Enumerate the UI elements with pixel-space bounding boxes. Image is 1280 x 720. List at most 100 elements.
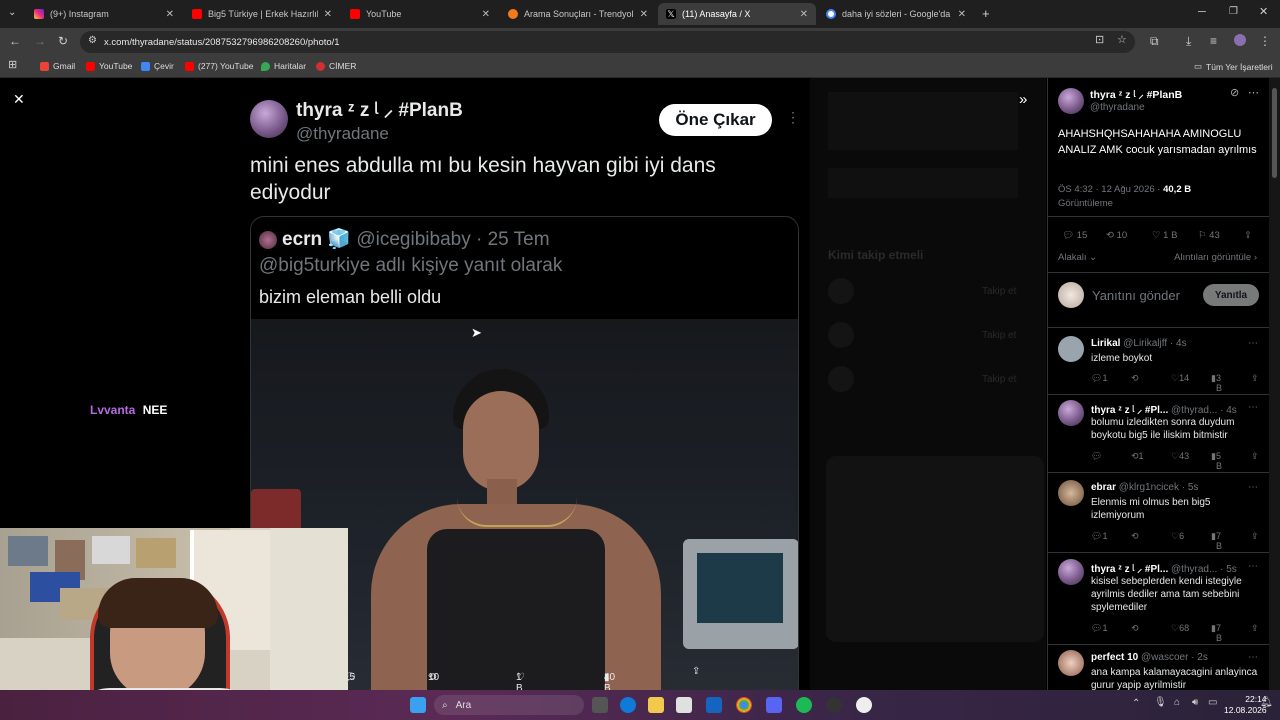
store-icon[interactable] <box>676 697 692 713</box>
back-icon[interactable]: ← <box>9 35 21 47</box>
reply-input[interactable]: Yanıtını gönder <box>1092 288 1180 303</box>
obs-icon[interactable] <box>856 697 872 713</box>
close-icon[interactable]: ✕ <box>800 9 808 20</box>
more-options-icon[interactable]: ⋯ <box>1248 482 1258 493</box>
taskbar-search[interactable]: ⌕ Ara <box>434 695 584 715</box>
outlook-icon[interactable] <box>706 697 722 713</box>
tab-trendyol[interactable]: Arama Sonuçları - Trendyol ✕ <box>500 3 656 25</box>
side-author-handle[interactable]: @thyradane <box>1090 102 1145 113</box>
share-icon[interactable]: ⇪ <box>1251 451 1259 462</box>
tab-x-home[interactable]: 𝕏 (11) Anasayfa / X ✕ <box>658 3 816 25</box>
volume-icon[interactable]: 🔊︎ <box>1192 698 1198 708</box>
reload-icon[interactable]: ↻ <box>58 35 68 47</box>
site-info-icon[interactable]: ⚙ <box>88 36 97 46</box>
bookmark-cimer[interactable]: CİMER <box>316 61 356 71</box>
tab-youtube[interactable]: YouTube ✕ <box>342 3 498 25</box>
retweet-count[interactable]: ⟲ <box>1131 531 1139 542</box>
share-icon[interactable]: ⇪ <box>1251 623 1259 634</box>
collapse-panel-icon[interactable]: » <box>1019 92 1027 107</box>
task-view-icon[interactable] <box>592 697 608 713</box>
install-app-icon[interactable]: ⊡ <box>1095 35 1104 46</box>
file-explorer-icon[interactable] <box>648 697 664 713</box>
view-quotes-link[interactable]: Alıntıları görüntüle › <box>1174 252 1257 263</box>
like-action[interactable]: ♡ 1 B <box>1152 230 1177 241</box>
author-avatar[interactable] <box>250 100 288 138</box>
reply-item[interactable]: Lirikal @Lirikaljff · 4s ⋯ izleme boykot… <box>1058 336 1262 393</box>
grok-icon[interactable]: ⊘ <box>1230 88 1239 99</box>
view-count[interactable]: ▮ 7 B <box>1211 531 1222 551</box>
discord-icon[interactable] <box>766 697 782 713</box>
apps-grid-icon[interactable]: ⊞ <box>8 60 17 71</box>
close-icon[interactable]: ✕ <box>640 9 648 20</box>
side-author-avatar[interactable] <box>1058 88 1084 114</box>
spotify-icon[interactable] <box>796 697 812 713</box>
share-icon[interactable]: ⇪ <box>1244 230 1252 241</box>
view-count[interactable]: ▮ 7 B <box>1211 623 1222 643</box>
reading-list-icon[interactable]: ≡ <box>1210 35 1217 47</box>
tab-big5[interactable]: Big5 Türkiye | Erkek Hazırlık Sez ✕ <box>184 3 340 25</box>
mic-icon[interactable]: 🎙︎ <box>1154 698 1167 708</box>
more-options-icon[interactable]: ⋮ <box>786 110 800 124</box>
close-icon[interactable]: ✕ <box>324 9 332 20</box>
close-icon[interactable]: ✕ <box>958 9 966 20</box>
bookmark-star-icon[interactable]: ☆ <box>1117 35 1127 46</box>
highlight-button[interactable]: Öne Çıkar <box>659 104 772 136</box>
tab-instagram[interactable]: (9+) Instagram ✕ <box>26 3 182 25</box>
close-viewer-icon[interactable]: ✕ <box>13 92 25 106</box>
battery-icon[interactable]: ▭ <box>1208 698 1217 708</box>
author-handle[interactable]: @thyradane <box>296 124 389 144</box>
retweet-count[interactable]: ⟲ 1 <box>1131 451 1144 462</box>
steam-icon[interactable] <box>826 697 842 713</box>
address-bar[interactable]: ⚙ x.com/thyradane/status/208753279698620… <box>80 31 1135 53</box>
sort-dropdown[interactable]: Alakalı ⌄ <box>1058 252 1097 263</box>
profile-avatar[interactable] <box>1234 34 1246 46</box>
restore-icon[interactable]: ❐ <box>1229 7 1238 17</box>
edge-icon[interactable] <box>620 697 636 713</box>
tweet-timestamp[interactable]: ÖS 4:32 · 12 Ağu 2026 · <box>1058 184 1160 195</box>
reply-item[interactable]: thyra ᶻ z ᶩ ⸝ #Pl... @thyrad... · 4s ⋯ b… <box>1058 400 1262 471</box>
more-options-icon[interactable]: ⋯ <box>1248 652 1258 663</box>
more-options-icon[interactable]: ⋯ <box>1248 88 1259 99</box>
more-options-icon[interactable]: ⋯ <box>1248 402 1258 413</box>
notification-icon[interactable]: 🔔︎ <box>1260 698 1273 708</box>
like-count[interactable]: ♡ 6 <box>1171 531 1184 542</box>
more-options-icon[interactable]: ⋯ <box>1248 561 1258 572</box>
new-tab-icon[interactable]: + <box>982 7 990 20</box>
reply-action[interactable]: 💬︎ 15 <box>1062 230 1087 241</box>
scrollbar[interactable] <box>1269 78 1280 690</box>
author-display-name[interactable]: thyra ᶻ z ᶩ ⸝ #PlanB <box>296 96 463 122</box>
reply-count[interactable]: 💬︎ <box>1091 451 1102 462</box>
like-count[interactable]: ♡ 14 <box>1171 373 1189 384</box>
bookmark-youtube[interactable]: YouTube <box>86 61 132 71</box>
all-bookmarks[interactable]: ▭ Tüm Yer İşaretleri <box>1194 61 1273 72</box>
reply-count[interactable]: 💬︎ 1 <box>1091 531 1107 542</box>
share-icon[interactable]: ⇪ <box>1251 373 1259 384</box>
reply-count[interactable]: 💬︎ 1 <box>1091 623 1107 634</box>
more-options-icon[interactable]: ⋯ <box>1248 338 1258 349</box>
bookmark-cevir[interactable]: Çevir <box>141 61 174 71</box>
network-icon[interactable]: ⌂ <box>1174 698 1180 708</box>
close-icon[interactable]: ✕ <box>482 9 490 20</box>
reply-item[interactable]: thyra ᶻ z ᶩ ⸝ #Pl... @thyrad... · 5s ⋯ k… <box>1058 559 1262 643</box>
reply-item[interactable]: perfect 10 @wascoer · 2s ⋯ ana kampa kal… <box>1058 650 1262 690</box>
download-icon[interactable]: ⤓ <box>1186 35 1191 47</box>
bookmark-haritalar[interactable]: Haritalar <box>261 61 306 71</box>
view-count[interactable]: ▮ 5 B <box>1211 451 1222 471</box>
share-icon[interactable]: ⇪ <box>1251 531 1259 542</box>
view-count[interactable]: ▮ 3 B <box>1211 373 1222 393</box>
retweet-count[interactable]: ⟲ <box>1131 623 1139 634</box>
extensions-icon[interactable]: ⧉ <box>1150 35 1159 47</box>
like-count[interactable]: ♡ 43 <box>1171 451 1189 462</box>
scrollbar-thumb[interactable] <box>1272 88 1277 178</box>
tab-google[interactable]: daha iyi sözleri - Google'da Ara ✕ <box>818 3 974 25</box>
chrome-icon[interactable] <box>736 697 752 713</box>
close-icon[interactable]: ✕ <box>166 9 174 20</box>
like-count[interactable]: ♡ 68 <box>1171 623 1189 634</box>
reply-count[interactable]: 💬︎ 1 <box>1091 373 1107 384</box>
reply-item[interactable]: ebrar @klrg1ncicek · 5s ⋯ Elenmis mi olm… <box>1058 480 1262 551</box>
tab-search-icon[interactable]: ⌄ <box>8 8 16 18</box>
side-author-name[interactable]: thyra ᶻ z ᶩ ⸝ #PlanB <box>1090 88 1182 102</box>
reply-button[interactable]: Yanıtla <box>1203 284 1259 306</box>
menu-icon[interactable]: ⋮ <box>1259 35 1271 47</box>
bookmark-youtube-277[interactable]: (277) YouTube <box>185 61 253 71</box>
